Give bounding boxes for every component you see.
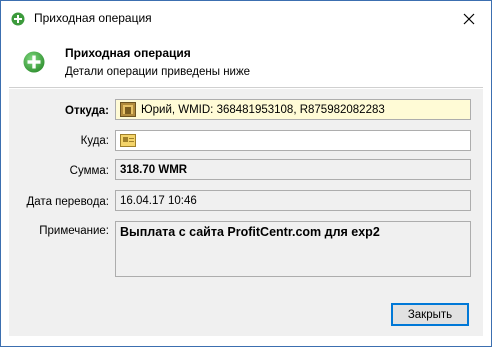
date-field[interactable]: 16.04.17 10:46 (115, 190, 471, 211)
header-subtitle: Детали операции приведены ниже (65, 66, 251, 78)
note-field[interactable]: Выплата с сайта ProfitCentr.com для exp2 (115, 221, 471, 277)
dialog-window: Приходная операция Приходная операция Де… (0, 0, 492, 347)
date-label: Дата перевода: (26, 196, 110, 208)
details-panel: Откуда: Юрий, WMID: 368481953108, R87598… (9, 89, 483, 291)
date-value: 16.04.17 10:46 (120, 194, 197, 207)
to-label: Куда: (80, 135, 109, 147)
left-border (1, 36, 9, 346)
amount-label: Сумма: (69, 165, 109, 177)
right-border (483, 36, 491, 346)
from-label: Откуда: (65, 105, 109, 117)
header-title: Приходная операция (65, 46, 191, 60)
window-close-button[interactable] (453, 6, 485, 32)
title-bar[interactable]: Приходная операция (1, 1, 491, 36)
wm-passport-icon (120, 102, 136, 117)
from-value: Юрий, WMID: 368481953108, R875982082283 (141, 103, 385, 116)
note-label: Примечание: (39, 225, 109, 237)
note-value: Выплата с сайта ProfitCentr.com для exp2 (120, 225, 380, 239)
wallet-card-icon (120, 134, 136, 147)
window-title: Приходная операция (34, 11, 152, 25)
plus-circle-icon (11, 12, 25, 26)
amount-value: 318.70 WMR (120, 163, 188, 176)
close-button[interactable]: Закрыть (391, 303, 469, 326)
from-field[interactable]: Юрий, WMID: 368481953108, R875982082283 (115, 99, 471, 120)
plus-circle-icon (23, 51, 45, 73)
to-field[interactable] (115, 130, 471, 151)
amount-field[interactable]: 318.70 WMR (115, 159, 471, 180)
dialog-header: Приходная операция Детали операции приве… (9, 36, 483, 88)
close-icon (463, 13, 475, 25)
close-button-label: Закрыть (407, 308, 453, 321)
